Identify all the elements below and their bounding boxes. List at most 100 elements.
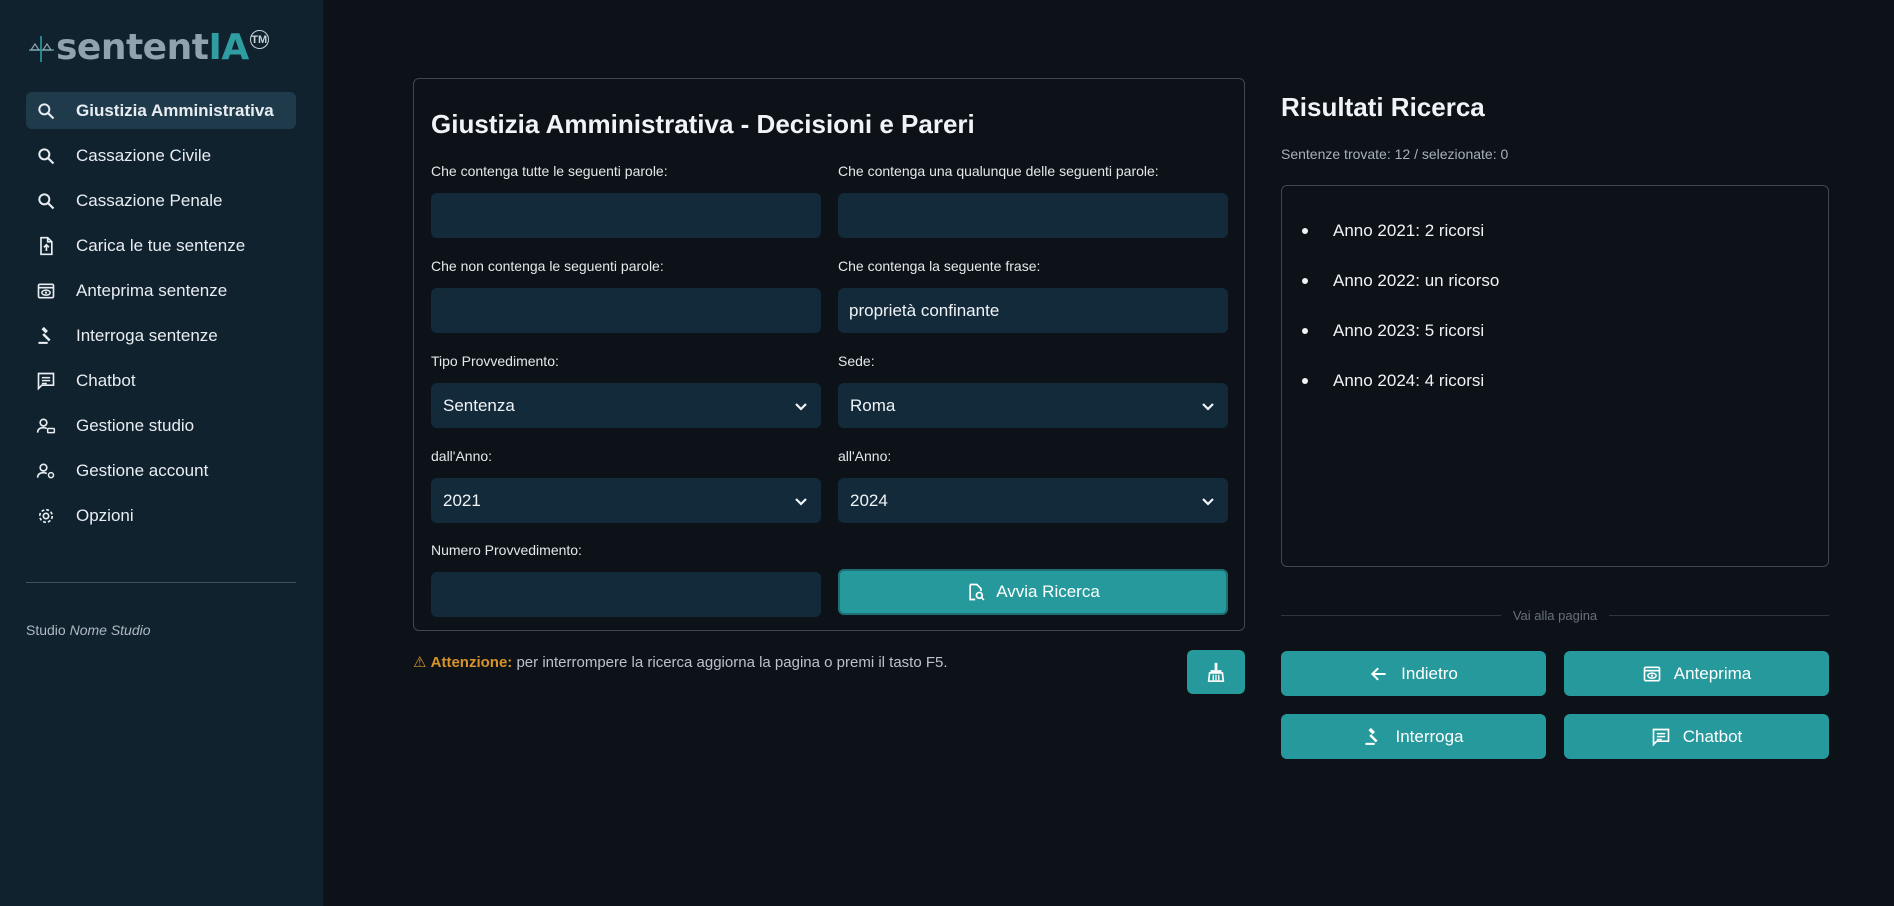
logo: sententIA TM	[26, 26, 269, 70]
goto-page-divider: Vai alla pagina	[1281, 607, 1830, 623]
chevron-down-icon	[793, 493, 809, 509]
from-year-select-value: 2021	[443, 490, 481, 510]
sidebar-item-label: Interroga sentenze	[76, 325, 218, 345]
any-words-input[interactable]	[838, 193, 1228, 238]
all-words-field: Che contenga tutte le seguenti parole:	[431, 163, 821, 238]
sidebar-item-opzioni[interactable]: Opzioni	[26, 497, 296, 534]
sidebar-divider	[26, 582, 296, 583]
search-icon	[36, 146, 56, 166]
not-words-label: Che non contenga le seguenti parole:	[431, 258, 664, 274]
tipo-select-value: Sentenza	[443, 395, 515, 415]
sede-label: Sede:	[838, 353, 875, 369]
manage-accounts-icon	[36, 416, 56, 436]
sidebar-item-interroga-sentenze[interactable]: Interroga sentenze	[26, 317, 296, 354]
not-words-field: Che non contenga le seguenti parole:	[431, 258, 821, 333]
chevron-down-icon	[1200, 493, 1216, 509]
list-item[interactable]: Anno 2024: 4 ricorsi	[1302, 356, 1828, 406]
sidebar-item-label: Opzioni	[76, 505, 134, 525]
warning-message: ⚠ Attenzione: per interrompere la ricerc…	[413, 653, 948, 671]
query-button[interactable]: Interroga	[1281, 714, 1546, 759]
sidebar-item-chatbot[interactable]: Chatbot	[26, 362, 296, 399]
sidebar-nav: Giustizia Amministrativa Cassazione Civi…	[26, 92, 296, 542]
clear-form-button[interactable]	[1187, 650, 1245, 694]
preview-button[interactable]: Anteprima	[1564, 651, 1829, 696]
tipo-field: Tipo Provvedimento: Sentenza	[431, 353, 821, 428]
chevron-down-icon	[793, 398, 809, 414]
sidebar-item-label: Cassazione Penale	[76, 190, 223, 210]
numero-input[interactable]	[431, 572, 821, 617]
tipo-label: Tipo Provvedimento:	[431, 353, 559, 369]
sidebar-item-label: Cassazione Civile	[76, 145, 212, 165]
results-count: Sentenze trovate: 12 / selezionate: 0	[1281, 146, 1509, 162]
sede-field: Sede: Roma	[838, 353, 1228, 428]
to-year-select-value: 2024	[850, 490, 888, 510]
sidebar-item-cassazione-penale[interactable]: Cassazione Penale	[26, 182, 296, 219]
search-icon	[36, 191, 56, 211]
search-button-label: Avvia Ricerca	[996, 582, 1100, 601]
sidebar-item-anteprima-sentenze[interactable]: Anteprima sentenze	[26, 272, 296, 309]
from-year-field: dall'Anno: 2021	[431, 448, 821, 523]
search-form-card: Giustizia Amministrativa - Decisioni e P…	[413, 78, 1245, 631]
goto-page-label: Vai alla pagina	[1512, 607, 1598, 623]
arrow-left-icon	[1371, 666, 1386, 681]
all-words-input[interactable]	[431, 193, 821, 238]
chat-icon	[1652, 728, 1670, 747]
sidebar-item-gestione-account[interactable]: Gestione account	[26, 452, 296, 489]
sidebar-item-label: Gestione studio	[76, 415, 195, 435]
sidebar-item-label: Carica le tue sentenze	[76, 235, 246, 255]
results-list: Anno 2021: 2 ricorsi Anno 2022: un ricor…	[1281, 185, 1829, 567]
phrase-label: Che contenga la seguente frase:	[838, 258, 1041, 274]
list-item[interactable]: Anno 2021: 2 ricorsi	[1302, 206, 1828, 256]
tipo-select[interactable]: Sentenza	[431, 383, 821, 428]
search-button[interactable]: Avvia Ricerca	[838, 569, 1228, 615]
results-title: Risultati Ricerca	[1281, 92, 1485, 122]
bullet-icon	[1302, 228, 1308, 234]
list-item[interactable]: Anno 2023: 5 ricorsi	[1302, 306, 1828, 356]
sidebar-item-cassazione-civile[interactable]: Cassazione Civile	[26, 137, 296, 174]
sidebar-item-label: Giustizia Amministrativa	[76, 100, 274, 120]
to-year-select[interactable]: 2024	[838, 478, 1228, 523]
broom-icon	[1207, 662, 1225, 682]
sede-select[interactable]: Roma	[838, 383, 1228, 428]
document-search-icon	[969, 583, 985, 601]
studio-name: Studio Nome Studio	[26, 622, 151, 638]
any-words-label: Che contenga una qualunque delle seguent…	[838, 163, 1159, 179]
bullet-icon	[1302, 328, 1308, 334]
phrase-input[interactable]: proprietà confinante	[838, 288, 1228, 333]
any-words-field: Che contenga una qualunque delle seguent…	[838, 163, 1228, 238]
bullet-icon	[1302, 378, 1308, 384]
chevron-down-icon	[1200, 398, 1216, 414]
sidebar: sententIA TM Giustizia Amministrativa Ca…	[0, 0, 323, 906]
chatbot-button[interactable]: Chatbot	[1564, 714, 1829, 759]
not-words-input[interactable]	[431, 288, 821, 333]
warning-text: per interrompere la ricerca aggiorna la …	[516, 654, 948, 671]
gear-icon	[36, 506, 56, 526]
from-year-select[interactable]: 2021	[431, 478, 821, 523]
manage-account-icon	[36, 461, 56, 481]
preview-icon	[36, 281, 56, 301]
page-title: Giustizia Amministrativa - Decisioni e P…	[431, 109, 975, 139]
logo-text: sententIA	[56, 27, 249, 68]
sidebar-item-label: Gestione account	[76, 460, 209, 480]
sede-select-value: Roma	[850, 395, 896, 415]
sidebar-item-gestione-studio[interactable]: Gestione studio	[26, 407, 296, 444]
chat-icon	[36, 371, 56, 391]
back-button[interactable]: Indietro	[1281, 651, 1546, 696]
from-year-label: dall'Anno:	[431, 448, 493, 464]
warning-strong: Attenzione:	[430, 654, 513, 671]
logo-mark-icon	[29, 36, 54, 62]
to-year-label: all'Anno:	[838, 448, 892, 464]
gavel-icon	[1365, 727, 1379, 745]
sidebar-item-giustizia-amministrativa[interactable]: Giustizia Amministrativa	[26, 92, 296, 129]
bullet-icon	[1302, 278, 1308, 284]
list-item[interactable]: Anno 2022: un ricorso	[1302, 256, 1828, 306]
trademark-badge: TM	[249, 30, 269, 49]
file-upload-icon	[36, 236, 56, 256]
preview-icon	[1643, 666, 1661, 681]
sidebar-item-label: Chatbot	[76, 370, 136, 390]
sidebar-item-carica-sentenze[interactable]: Carica le tue sentenze	[26, 227, 296, 264]
warning-icon: ⚠	[413, 654, 427, 671]
all-words-label: Che contenga tutte le seguenti parole:	[431, 163, 668, 179]
numero-field: Numero Provvedimento:	[431, 542, 821, 617]
sidebar-item-label: Anteprima sentenze	[76, 280, 228, 300]
